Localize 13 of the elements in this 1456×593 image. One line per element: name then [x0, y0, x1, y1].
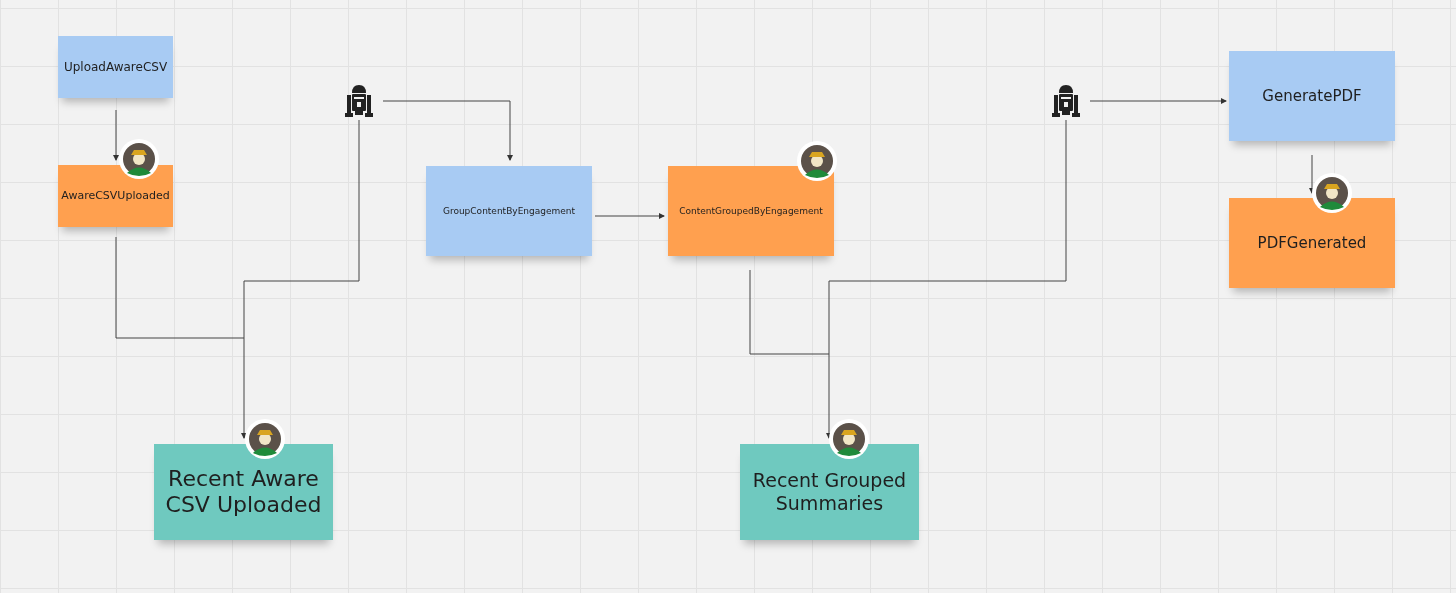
- sticky-note: AwareCSVUploaded: [58, 165, 173, 227]
- sticky-note: GroupContentByEngagement: [426, 166, 592, 256]
- robot-icon: [345, 83, 373, 119]
- robot-icon: [1052, 83, 1080, 119]
- sticky-note: Recent Grouped Summaries: [740, 444, 919, 540]
- connector-arrow: [1309, 154, 1315, 194]
- connector-arrow: [113, 109, 119, 161]
- sticky-note: GeneratePDF: [1229, 51, 1395, 141]
- sticky-note: UploadAwareCSV: [58, 36, 173, 98]
- sticky-note: ContentGroupedByEngagement: [668, 166, 834, 256]
- sticky-note: Recent Aware CSV Uploaded: [154, 444, 333, 540]
- sticky-note: PDFGenerated: [1229, 198, 1395, 288]
- connector-arrow: [594, 213, 665, 219]
